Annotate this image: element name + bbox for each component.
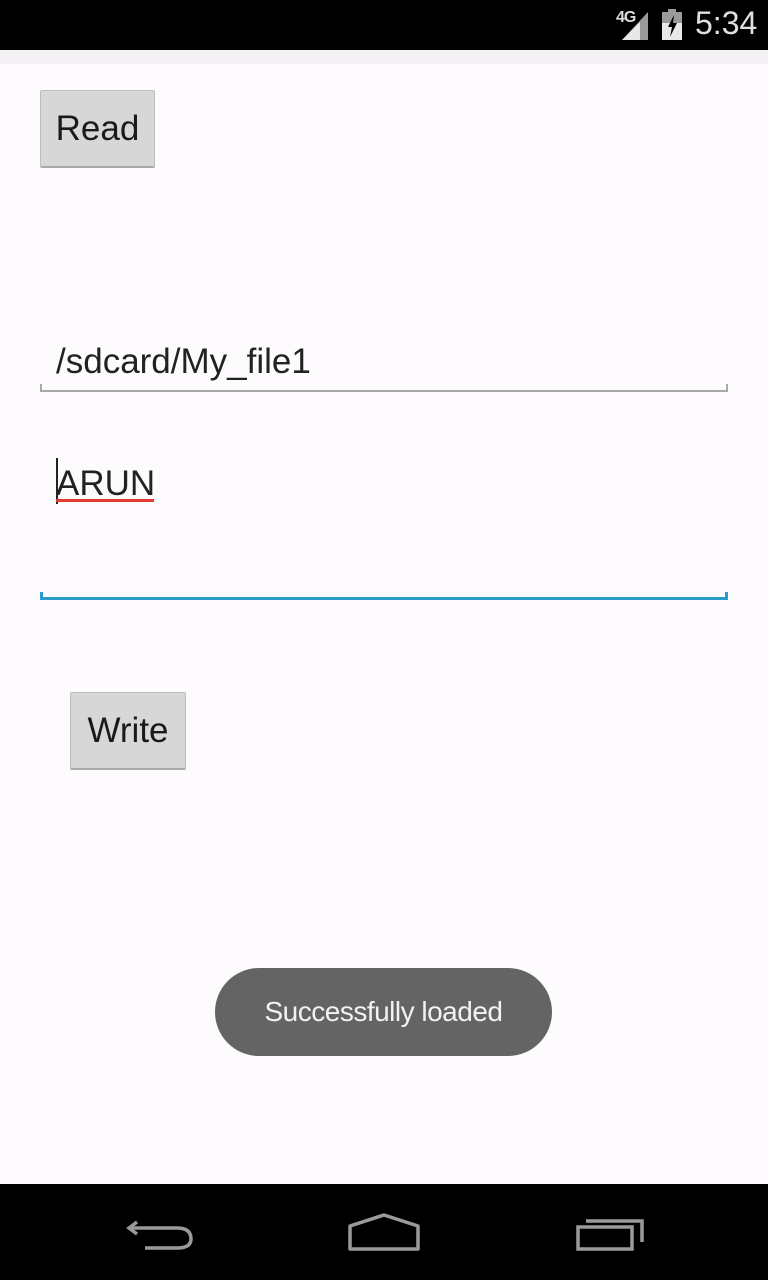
input-underline-tick <box>40 592 43 600</box>
toast-message: Successfully loaded <box>215 968 552 1056</box>
file-path-value: /sdcard/My_file1 <box>56 342 311 381</box>
navigation-bar <box>0 1184 768 1280</box>
file-path-input[interactable]: /sdcard/My_file1 <box>40 330 728 392</box>
read-button[interactable]: Read <box>40 90 155 168</box>
status-bar: 4G 5:34 <box>0 0 768 50</box>
spellcheck-underline <box>56 499 154 502</box>
input-underline-tick <box>40 384 42 392</box>
write-button[interactable]: Write <box>70 692 186 770</box>
status-clock: 5:34 <box>695 5 758 41</box>
input-underline <box>40 390 728 392</box>
file-content-value: ARUN <box>56 464 156 503</box>
input-focus-underline <box>40 597 728 600</box>
action-bar-shadow <box>0 50 768 64</box>
battery-charging-icon <box>662 9 682 40</box>
file-content-input[interactable]: ARUN <box>40 448 728 600</box>
signal-icon <box>622 12 648 40</box>
back-icon[interactable] <box>115 1208 205 1258</box>
recents-icon[interactable] <box>565 1208 655 1258</box>
input-underline-tick <box>725 592 728 600</box>
input-underline-tick <box>726 384 728 392</box>
home-icon[interactable] <box>339 1208 429 1258</box>
